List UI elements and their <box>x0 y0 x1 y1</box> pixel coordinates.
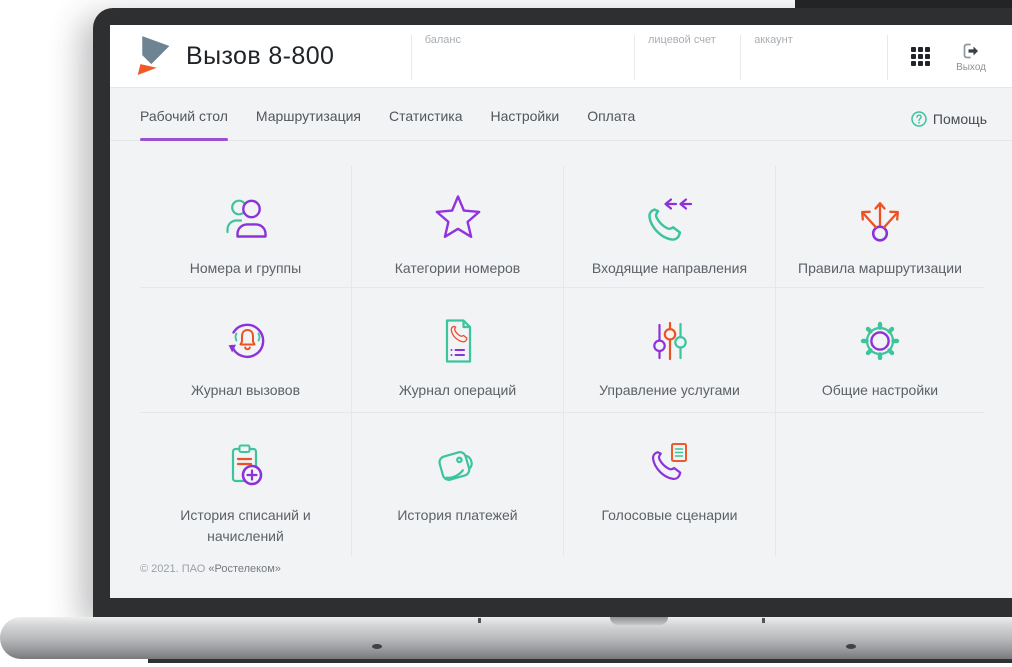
personal-account-field: лицевой счет <box>633 25 740 87</box>
copyright: © 2021. ПАО «Ростелеком» <box>140 563 1012 575</box>
tile-payments-history[interactable]: История платежей <box>352 413 564 556</box>
tile-label: Номера и группы <box>189 260 302 276</box>
laptop-bezel: Вызов 8-800 баланс лицевой счет аккаунт <box>93 8 1012 618</box>
voice-scenario-icon <box>642 437 698 495</box>
logout-icon <box>963 43 978 58</box>
tab-desktop[interactable]: Рабочий стол <box>140 108 228 141</box>
dashboard-grid: Номера и группы Категории номеров Входящ… <box>140 166 984 556</box>
tile-incoming-directions[interactable]: Входящие направления <box>564 166 776 288</box>
balance-field: баланс <box>410 25 634 87</box>
tile-label: Общие настройки <box>821 382 939 398</box>
help-question-icon <box>911 111 927 127</box>
help-button[interactable]: Помощь <box>911 111 987 140</box>
clipboard-plus-icon <box>218 437 274 495</box>
tile-number-categories[interactable]: Категории номеров <box>352 166 564 288</box>
company-name: «Ростелеком» <box>208 563 281 575</box>
routing-icon <box>852 190 908 248</box>
tile-general-settings[interactable]: Общие настройки <box>776 288 984 413</box>
tile-operations-log[interactable]: Журнал операций <box>352 288 564 413</box>
brand: Вызов 8-800 <box>110 25 411 87</box>
tile-label: История списаний и начислений <box>180 507 311 544</box>
incoming-call-icon <box>642 190 698 248</box>
star-icon <box>430 190 486 248</box>
tile-charges-history[interactable]: История списаний и начислений <box>140 413 352 556</box>
operations-log-icon <box>430 312 486 370</box>
tab-statistics[interactable]: Статистика <box>389 108 463 140</box>
grid-empty-cell <box>776 413 984 556</box>
tile-label: Правила маршрутизации <box>798 260 962 276</box>
apps-menu-button[interactable] <box>911 46 931 66</box>
wallet-icon <box>430 437 486 495</box>
sliders-icon <box>642 312 698 370</box>
laptop-foot <box>372 644 382 649</box>
tile-label: Входящие направления <box>591 260 748 276</box>
rostelecom-logo-icon <box>137 36 170 75</box>
header-actions: Выход <box>887 25 1012 87</box>
account-label: аккаунт <box>754 34 793 46</box>
personal-account-label: лицевой счет <box>647 34 716 46</box>
tile-numbers-and-groups[interactable]: Номера и группы <box>140 166 352 288</box>
tile-call-log[interactable]: Журнал вызовов <box>140 288 352 413</box>
app-title: Вызов 8-800 <box>186 41 335 70</box>
tab-settings[interactable]: Настройки <box>491 108 560 140</box>
gear-icon <box>852 312 908 370</box>
app-screen: Вызов 8-800 баланс лицевой счет аккаунт <box>110 25 1012 598</box>
call-log-icon <box>218 312 274 370</box>
tile-label: Голосовые сценарии <box>601 507 738 523</box>
balance-label: баланс <box>424 34 461 46</box>
tab-routing[interactable]: Маршрутизация <box>256 108 361 140</box>
laptop-base <box>0 617 1012 659</box>
tile-voice-scenarios[interactable]: Голосовые сценарии <box>564 413 776 556</box>
tile-label: Журнал операций <box>398 382 517 398</box>
app-header: Вызов 8-800 баланс лицевой счет аккаунт <box>110 25 1012 88</box>
tile-routing-rules[interactable]: Правила маршрутизации <box>776 166 984 288</box>
main-nav: Рабочий стол Маршрутизация Статистика На… <box>110 88 1012 141</box>
hinge-mark <box>762 618 765 623</box>
apps-grid-icon <box>911 46 931 66</box>
help-label: Помощь <box>932 111 987 127</box>
logout-button[interactable]: Выход <box>956 42 986 73</box>
account-field: аккаунт <box>740 25 887 87</box>
laptop-foot <box>846 644 856 649</box>
tile-label: Категории номеров <box>394 260 521 276</box>
laptop-latch-notch <box>610 617 668 625</box>
logout-label: Выход <box>956 61 986 73</box>
tile-label: История платежей <box>397 507 518 523</box>
hinge-mark <box>478 618 481 623</box>
tile-service-management[interactable]: Управление услугами <box>564 288 776 413</box>
tile-label: Журнал вызовов <box>190 382 301 398</box>
copyright-prefix: © 2021. ПАО <box>140 563 209 575</box>
tab-payment[interactable]: Оплата <box>587 108 635 140</box>
users-icon <box>218 190 274 248</box>
tile-label: Управление услугами <box>599 382 740 398</box>
